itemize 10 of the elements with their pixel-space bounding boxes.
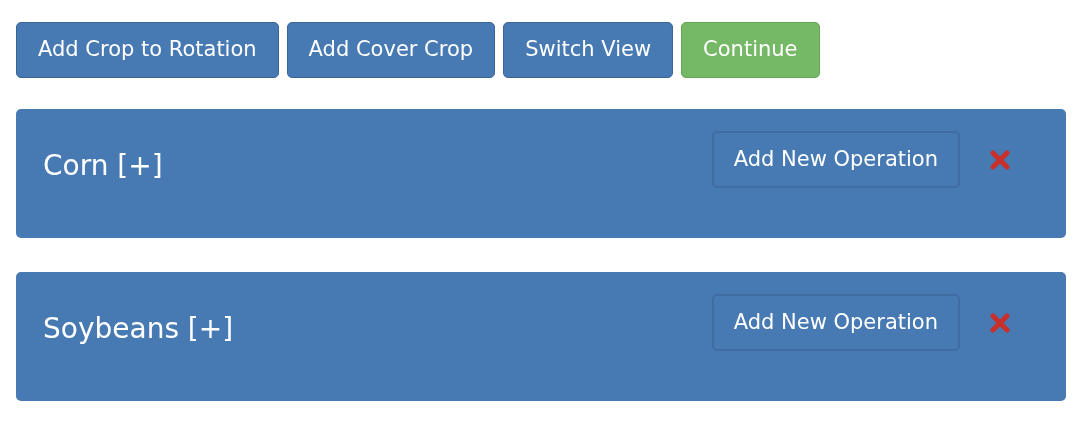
crop-title[interactable]: Soybeans [+] (43, 308, 712, 350)
toolbar-button[interactable]: Switch View (503, 22, 674, 78)
add-operation-button[interactable]: Add New Operation (711, 294, 960, 351)
continue-button[interactable]: Continue (681, 22, 820, 78)
toolbar-button[interactable]: Add Cover Crop (286, 22, 496, 78)
delete-icon[interactable] (990, 150, 1010, 170)
crop-title[interactable]: Corn [+] (43, 145, 712, 187)
delete-icon[interactable] (990, 313, 1010, 333)
toolbar-button[interactable]: Add Crop to Rotation (16, 22, 279, 78)
add-operation-button[interactable]: Add New Operation (711, 131, 960, 188)
